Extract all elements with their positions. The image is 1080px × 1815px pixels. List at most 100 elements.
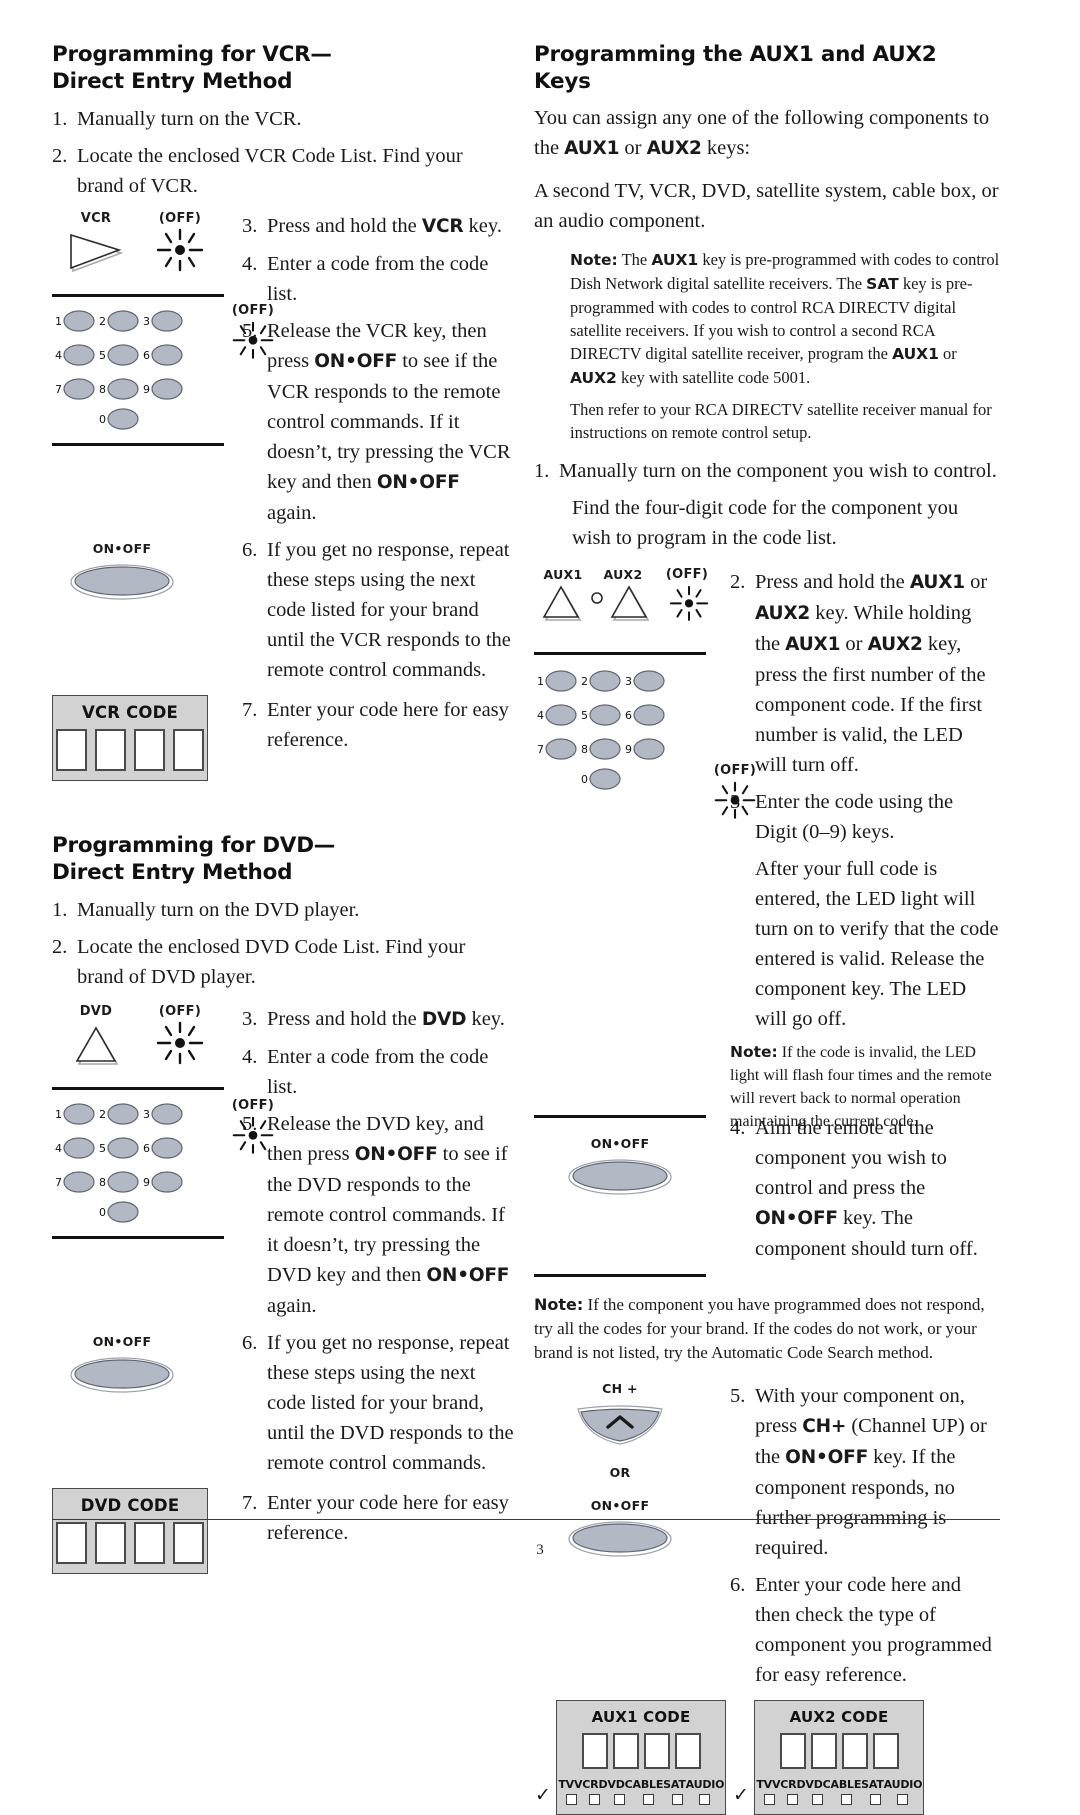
aux-step-4-wrap: 4. Aim the remote at the component you w…: [730, 1095, 999, 1264]
aux2-code-slot-4[interactable]: [872, 1733, 899, 1769]
vcr-step-7-wrap: 7. Enter your code here for easy referen…: [242, 695, 514, 755]
dvd-step-3-post: key.: [466, 1008, 505, 1030]
aux1-code-slot-2[interactable]: [612, 1733, 639, 1769]
vcr-step-1-text: Manually turn on the VCR.: [77, 108, 302, 130]
aux-step-3-sub: After your full code is entered, the LED…: [755, 858, 999, 1030]
svg-text:8: 8: [581, 743, 588, 756]
aux-keys-figure: AUX1 AUX2 (OFF) 1 2 3 4 5 6 7 8 9 0: [534, 567, 724, 795]
vcr-step-5-p3: again.: [267, 502, 317, 524]
svg-text:2: 2: [99, 1108, 106, 1121]
vcr-code-slot-3[interactable]: [134, 729, 165, 771]
dvd-divider-bottom: [52, 1236, 224, 1239]
aux-led-label: (OFF): [665, 567, 709, 582]
or-label: OR: [609, 1465, 631, 1480]
aux2-check-audio[interactable]: [896, 1794, 908, 1805]
vcr-step-3: 3. Press and hold the VCR key.: [242, 211, 514, 242]
vcr-steps-3-5: 3. Press and hold the VCR key. 4. Enter …: [242, 211, 514, 528]
vcr-step-7-number: 7.: [242, 699, 258, 721]
dvd-step-3-number: 3.: [242, 1008, 258, 1030]
aux1-check-dvd[interactable]: [613, 1794, 625, 1805]
dvd-step-7-number: 7.: [242, 1492, 258, 1514]
aux2-code-box[interactable]: AUX2 CODE TV VCR DVD CABLE SAT AUDIO: [754, 1700, 924, 1815]
aux1-code-box[interactable]: AUX1 CODE TV VCR DVD CABLE SAT AUDIO: [556, 1700, 726, 1815]
svg-text:0: 0: [99, 413, 106, 426]
vcr-code-box[interactable]: VCR CODE: [52, 695, 208, 781]
aux2-code-slot-1[interactable]: [779, 1733, 806, 1769]
svg-text:9: 9: [143, 1176, 150, 1189]
aux1-check-audio[interactable]: [698, 1794, 710, 1805]
vcr-step-5: 5. Release the VCR key, then press ON•OF…: [242, 316, 514, 528]
oval-power-key-icon: [568, 1159, 672, 1195]
aux-onoff-figure: ON•OFF: [534, 1095, 730, 1199]
svg-text:9: 9: [143, 383, 150, 396]
aux2-checkmark: ✓: [733, 1784, 749, 1806]
aux2-label-audio: AUDIO: [883, 1778, 923, 1791]
vcr-code-slot-1[interactable]: [56, 729, 87, 771]
aux2-check-dvd[interactable]: [811, 1794, 823, 1805]
aux2-check-cable[interactable]: [841, 1794, 853, 1805]
aux1-check-sat[interactable]: [671, 1794, 683, 1805]
aux1-code-slot-4[interactable]: [674, 1733, 701, 1769]
ch-plus-label: CH +: [602, 1381, 638, 1396]
vcr-code-slot-4[interactable]: [173, 729, 204, 771]
dvd-step-6: 6. If you get no response, repeat these …: [242, 1328, 514, 1478]
aux-intro-b1: AUX1: [564, 138, 620, 159]
footer-divider: [52, 1519, 1000, 1520]
svg-text:6: 6: [143, 1142, 150, 1155]
aux2-check-tv[interactable]: [764, 1794, 776, 1805]
aux1-code-slot-1[interactable]: [581, 1733, 608, 1769]
aux-note-1-b3: AUX1: [892, 345, 939, 363]
vcr-step-7-text: Enter your code here for easy reference.: [267, 699, 509, 751]
svg-text:3: 3: [143, 1108, 150, 1121]
document-page: Programming for VCR— Direct Entry Method…: [0, 0, 1080, 1815]
dvd-step-4-text: Enter a code from the code list.: [267, 1046, 489, 1098]
aux-step-4-p1: Aim the remote at the component you wish…: [755, 1117, 947, 1199]
aux1-code-wrap: ✓ AUX1 CODE TV VCR DVD CABLE SAT AUDIO: [535, 1700, 726, 1815]
dvd-step-5-b1: ON•OFF: [354, 1144, 438, 1165]
vcr-step-2-text: Locate the enclosed VCR Code List. Find …: [77, 145, 463, 197]
aux-figure-row-2: ON•OFF 4. Aim the remote at the componen…: [534, 1095, 999, 1264]
dvd-code-box[interactable]: DVD CODE: [52, 1488, 208, 1574]
aux1-code-slot-3[interactable]: [643, 1733, 670, 1769]
dvd-step-2-text: Locate the enclosed DVD Code List. Find …: [77, 936, 466, 988]
aux-note-1-b2: SAT: [866, 275, 899, 293]
aux1-check-vcr[interactable]: [588, 1794, 600, 1805]
vcr-code-box-title: VCR CODE: [81, 703, 179, 722]
aux-step-6-text: Enter your code here and then check the …: [755, 1574, 992, 1686]
aux-step-2-b4: AUX2: [867, 634, 923, 655]
aux1-code-box-title: AUX1 CODE: [591, 1708, 691, 1726]
dvd-figure-row-1: DVD (OFF) 1 2 3 4 5 6 7 8 9 0 (OFF) 3. P…: [52, 1004, 514, 1321]
aux-steps-5-6: 5. With your component on, press CH+ (Ch…: [730, 1381, 999, 1690]
svg-text:2: 2: [581, 675, 588, 688]
aux-step-1-sub: Find the four-digit code for the compone…: [572, 497, 959, 549]
aux-step-6: 6. Enter your code here and then check t…: [730, 1570, 999, 1690]
aux-divider-top: [534, 652, 706, 655]
aux2-check-vcr[interactable]: [786, 1794, 798, 1805]
aux-step-2-b1: AUX1: [909, 572, 965, 593]
dvd-step-5-p3: again.: [267, 1295, 317, 1317]
aux-note-1-b4: AUX2: [570, 369, 617, 387]
dvd-heading-line1: Programming for DVD—: [52, 833, 336, 858]
aux-step-1-number: 1.: [534, 460, 550, 482]
channel-up-key-icon: [577, 1405, 663, 1445]
aux2-check-sat[interactable]: [869, 1794, 881, 1805]
dvd-section-heading: Programming for DVD— Direct Entry Method: [52, 833, 514, 886]
vcr-step-6-wrap: 6. If you get no response, repeat these …: [242, 535, 514, 685]
vcr-step-6-text: If you get no response, repeat these ste…: [267, 539, 511, 681]
aux2-code-slot-2[interactable]: [810, 1733, 837, 1769]
aux-step-5-b2: ON•OFF: [785, 1447, 869, 1468]
vcr-step-5-b2: ON•OFF: [376, 472, 460, 493]
aux-note-3-text: If the component you have programmed doe…: [534, 1295, 985, 1362]
up-triangle-icon: [542, 585, 582, 621]
svg-text:3: 3: [143, 315, 150, 328]
vcr-step-7: 7. Enter your code here for easy referen…: [242, 695, 514, 755]
aux1-check-cable[interactable]: [643, 1794, 655, 1805]
vcr-code-slot-2[interactable]: [95, 729, 126, 771]
vcr-key-label: VCR: [80, 211, 112, 226]
svg-text:1: 1: [537, 675, 544, 688]
aux-divider-mid: [534, 1115, 706, 1118]
aux2-code-box-title: AUX2 CODE: [789, 1708, 889, 1726]
aux1-check-tv[interactable]: [566, 1794, 578, 1805]
dvd-step-2: 2. Locate the enclosed DVD Code List. Fi…: [52, 932, 514, 992]
aux2-code-slot-3[interactable]: [841, 1733, 868, 1769]
